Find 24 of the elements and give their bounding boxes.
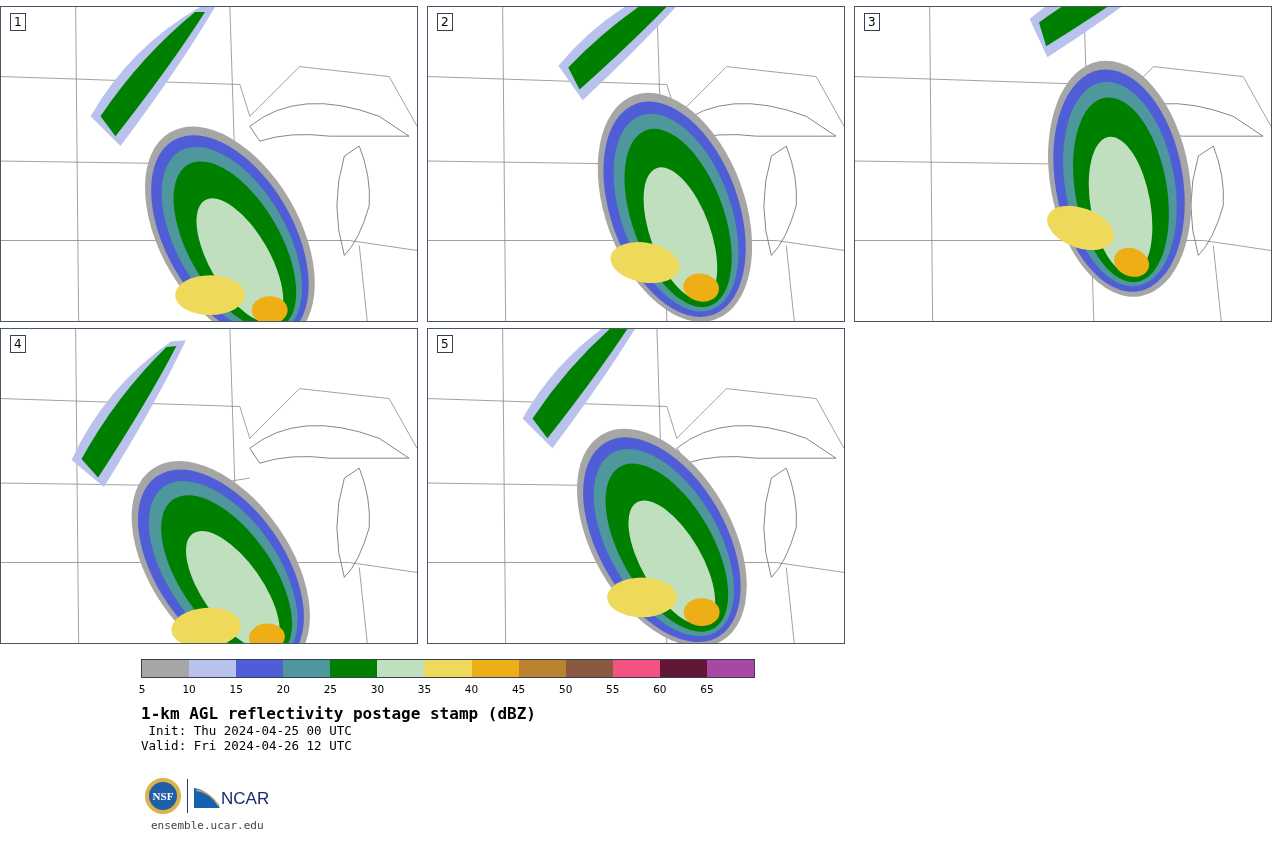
tick-label: 10 (182, 683, 196, 695)
valid-time: Valid: Fri 2024-04-26 12 UTC (141, 738, 353, 753)
tick-label: 45 (511, 683, 526, 695)
panel-number: 1 (10, 13, 26, 31)
tick-label: 40 (464, 683, 479, 695)
tick-label: 30 (370, 683, 385, 695)
tick-label: 65 (700, 683, 714, 695)
tick-label: 35 (417, 683, 432, 695)
tick-label: 5 (138, 683, 146, 695)
tick-label: 20 (276, 683, 290, 695)
panel-number: 5 (437, 335, 453, 353)
tick-label: 25 (323, 683, 337, 695)
nsf-logo: NSF (145, 778, 181, 814)
tick-label: 50 (559, 683, 573, 695)
ncar-logo: NCAR (194, 784, 270, 808)
chart-title: 1-km AGL reflectivity postage stamp (dBZ) (141, 705, 537, 723)
tick-label: 60 (653, 683, 667, 695)
website-link[interactable]: ensemble.ucar.edu (151, 818, 264, 835)
panel-number: 3 (864, 13, 880, 31)
tick-label: 15 (229, 683, 243, 695)
tick-label: 55 (606, 683, 620, 695)
panel-number: 4 (10, 335, 26, 353)
panel-number: 2 (437, 13, 453, 31)
init-time: Init: Thu 2024-04-25 00 UTC (147, 723, 353, 738)
